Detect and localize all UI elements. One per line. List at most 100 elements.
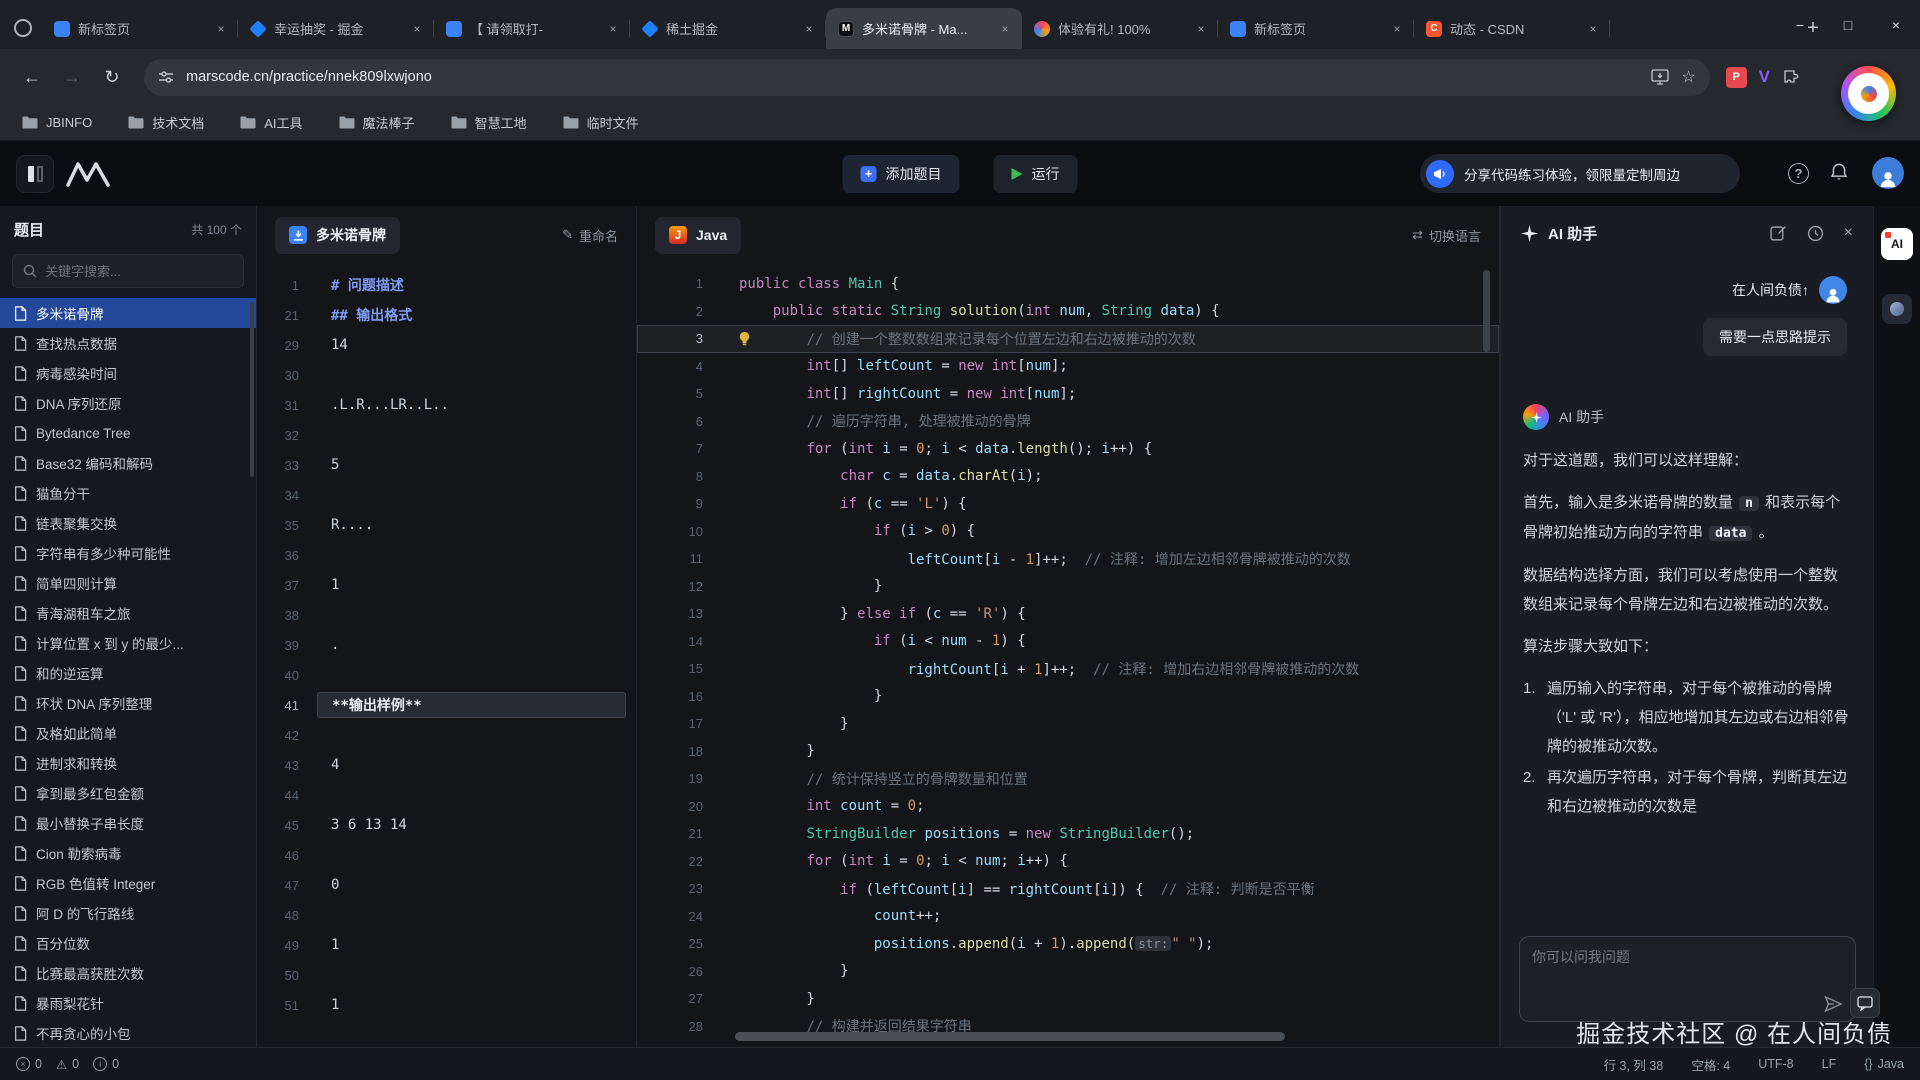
code-line[interactable]: 27 } (637, 985, 1499, 1013)
code-horizontal-scrollbar[interactable] (735, 1032, 1285, 1041)
problems-indicators[interactable]: × 0 ⚠ 0 i 0 (16, 1057, 119, 1072)
description-line[interactable]: 30 (257, 360, 636, 390)
description-editor[interactable]: 1# 问题描述21## 输出格式29143031.L.R...LR..L..32… (257, 264, 636, 1020)
description-line[interactable]: 40 (257, 660, 636, 690)
code-line[interactable]: 5 int[] rightCount = new int[num]; (637, 380, 1499, 408)
description-line[interactable]: 34 (257, 480, 636, 510)
switch-language-button[interactable]: ⇄ 切换语言 (1412, 226, 1481, 245)
description-line[interactable]: 453 6 13 14 (257, 810, 636, 840)
encoding[interactable]: UTF-8 (1758, 1057, 1793, 1071)
install-app-icon[interactable] (1651, 69, 1669, 85)
description-line[interactable]: 1# 问题描述 (257, 270, 636, 300)
code-line[interactable]: 8 char c = data.charAt(i); (637, 463, 1499, 491)
extension-icon[interactable] (1882, 294, 1912, 324)
bookmark-item[interactable]: JBINFO (22, 115, 92, 130)
bookmark-item[interactable]: 技术文档 (128, 113, 204, 132)
browser-tab[interactable]: 新标签页× (42, 8, 238, 49)
maximize-button[interactable]: □ (1824, 0, 1872, 49)
code-line[interactable]: 6 // 遍历字符串, 处理被推动的骨牌 (637, 408, 1499, 436)
problem-list-item[interactable]: 暴雨梨花针 (0, 988, 256, 1018)
ai-assistant-floating-button[interactable] (1841, 66, 1896, 121)
code-line[interactable]: 20 int count = 0; (637, 793, 1499, 821)
description-line[interactable]: 491 (257, 930, 636, 960)
problem-list-item[interactable]: 青海湖租车之旅 (0, 598, 256, 628)
add-problem-button[interactable]: + 添加题目 (843, 155, 960, 193)
problem-list-item[interactable]: 百分位数 (0, 928, 256, 958)
problem-list-item[interactable]: 查找热点数据 (0, 328, 256, 358)
description-line[interactable]: 335 (257, 450, 636, 480)
language-tab[interactable]: J Java (655, 217, 741, 254)
code-line[interactable]: 15 rightCount[i + 1]++; // 注释: 增加右边相邻骨牌被… (637, 655, 1499, 683)
description-line[interactable]: 511 (257, 990, 636, 1020)
problem-list-item[interactable]: 多米诺骨牌 (0, 298, 256, 328)
problem-list-item[interactable]: 及格如此简单 (0, 718, 256, 748)
problem-list-item[interactable]: 不再贪心的小包 (0, 1018, 256, 1047)
problem-list-item[interactable]: 简单四则计算 (0, 568, 256, 598)
rename-button[interactable]: ✎ 重命名 (562, 226, 618, 245)
feedback-button[interactable] (1850, 988, 1880, 1018)
minimize-button[interactable]: − (1776, 0, 1824, 49)
code-line[interactable]: 21 StringBuilder positions = new StringB… (637, 820, 1499, 848)
description-line[interactable]: 38 (257, 600, 636, 630)
code-vertical-scrollbar[interactable] (1483, 270, 1490, 352)
tab-search-icon[interactable] (14, 19, 32, 37)
tab-close-icon[interactable]: × (1192, 20, 1210, 38)
code-line[interactable]: 3 // 创建一个整数数组来记录每个位置左边和右边被推动的次数 (637, 325, 1499, 353)
bookmark-item[interactable]: 魔法棒子 (339, 113, 415, 132)
problem-list-item[interactable]: 猫鱼分干 (0, 478, 256, 508)
problem-list-item[interactable]: Base32 编码和解码 (0, 448, 256, 478)
user-avatar[interactable] (1872, 157, 1904, 189)
browser-tab[interactable]: 新标签页× (1218, 8, 1414, 49)
tab-close-icon[interactable]: × (800, 20, 818, 38)
code-line[interactable]: 2 public static String solution(int num,… (637, 298, 1499, 326)
code-editor[interactable]: 1public class Main {2 public static Stri… (637, 264, 1499, 1040)
description-line[interactable]: 44 (257, 780, 636, 810)
description-line[interactable]: 32 (257, 420, 636, 450)
close-window-button[interactable]: × (1872, 0, 1920, 49)
back-button[interactable]: ← (16, 61, 48, 93)
browser-tab[interactable]: 稀土掘金× (630, 8, 826, 49)
description-line[interactable]: 31.L.R...LR..L.. (257, 390, 636, 420)
problem-list-item[interactable]: 病毒感染时间 (0, 358, 256, 388)
tab-close-icon[interactable]: × (212, 20, 230, 38)
site-info-icon[interactable] (158, 69, 174, 85)
help-icon[interactable]: ? (1788, 163, 1809, 184)
problem-list-item[interactable]: 链表聚集交换 (0, 508, 256, 538)
problem-list-item[interactable]: 字符串有多少种可能性 (0, 538, 256, 568)
browser-tab[interactable]: 幸运抽奖 - 掘金× (238, 8, 434, 49)
description-line[interactable]: 48 (257, 900, 636, 930)
browser-tab[interactable]: 体验有礼! 100%× (1022, 8, 1218, 49)
description-line[interactable]: 2914 (257, 330, 636, 360)
code-line[interactable]: 26 } (637, 958, 1499, 986)
problem-list-item[interactable]: Bytedance Tree (0, 418, 256, 448)
tab-close-icon[interactable]: × (604, 20, 622, 38)
warning-count[interactable]: ⚠ 0 (56, 1057, 79, 1072)
bookmark-star-icon[interactable]: ☆ (1681, 67, 1695, 87)
reload-button[interactable]: ↻ (96, 61, 128, 93)
description-line[interactable]: 36 (257, 540, 636, 570)
extension-pdf-icon[interactable]: P (1726, 67, 1747, 88)
browser-tab[interactable]: 【 请领取打-× (434, 8, 630, 49)
search-box[interactable] (12, 254, 244, 288)
description-line[interactable]: 470 (257, 870, 636, 900)
info-count[interactable]: i 0 (93, 1057, 119, 1071)
code-line[interactable]: 22 for (int i = 0; i < num; i++) { (637, 848, 1499, 876)
code-line[interactable]: 24 count++; (637, 903, 1499, 931)
code-line[interactable]: 19 // 统计保持竖立的骨牌数量和位置 (637, 765, 1499, 793)
problem-list-item[interactable]: RGB 色值转 Integer (0, 868, 256, 898)
panel-toggle-icon[interactable] (16, 155, 54, 193)
share-banner[interactable]: 分享代码练习体验，领限量定制周边 (1420, 154, 1740, 193)
browser-tab[interactable]: M多米诺骨牌 - Ma...× (826, 8, 1022, 49)
tab-close-icon[interactable]: × (408, 20, 426, 38)
code-line[interactable]: 13 } else if (c == 'R') { (637, 600, 1499, 628)
code-line[interactable]: 14 if (i < num - 1) { (637, 628, 1499, 656)
indent-setting[interactable]: 空格: 4 (1691, 1055, 1730, 1074)
cursor-position[interactable]: 行 3, 列 38 (1604, 1055, 1664, 1074)
close-ai-panel-icon[interactable]: × (1844, 224, 1853, 242)
code-line[interactable]: 11 leftCount[i - 1]++; // 注释: 增加左边相邻骨牌被推… (637, 545, 1499, 573)
code-line[interactable]: 25 positions.append(i + 1).append(str:" … (637, 930, 1499, 958)
description-line[interactable]: 50 (257, 960, 636, 990)
search-input[interactable] (45, 264, 233, 279)
ai-input-box[interactable] (1519, 936, 1856, 1022)
extensions-puzzle-icon[interactable] (1782, 68, 1800, 86)
